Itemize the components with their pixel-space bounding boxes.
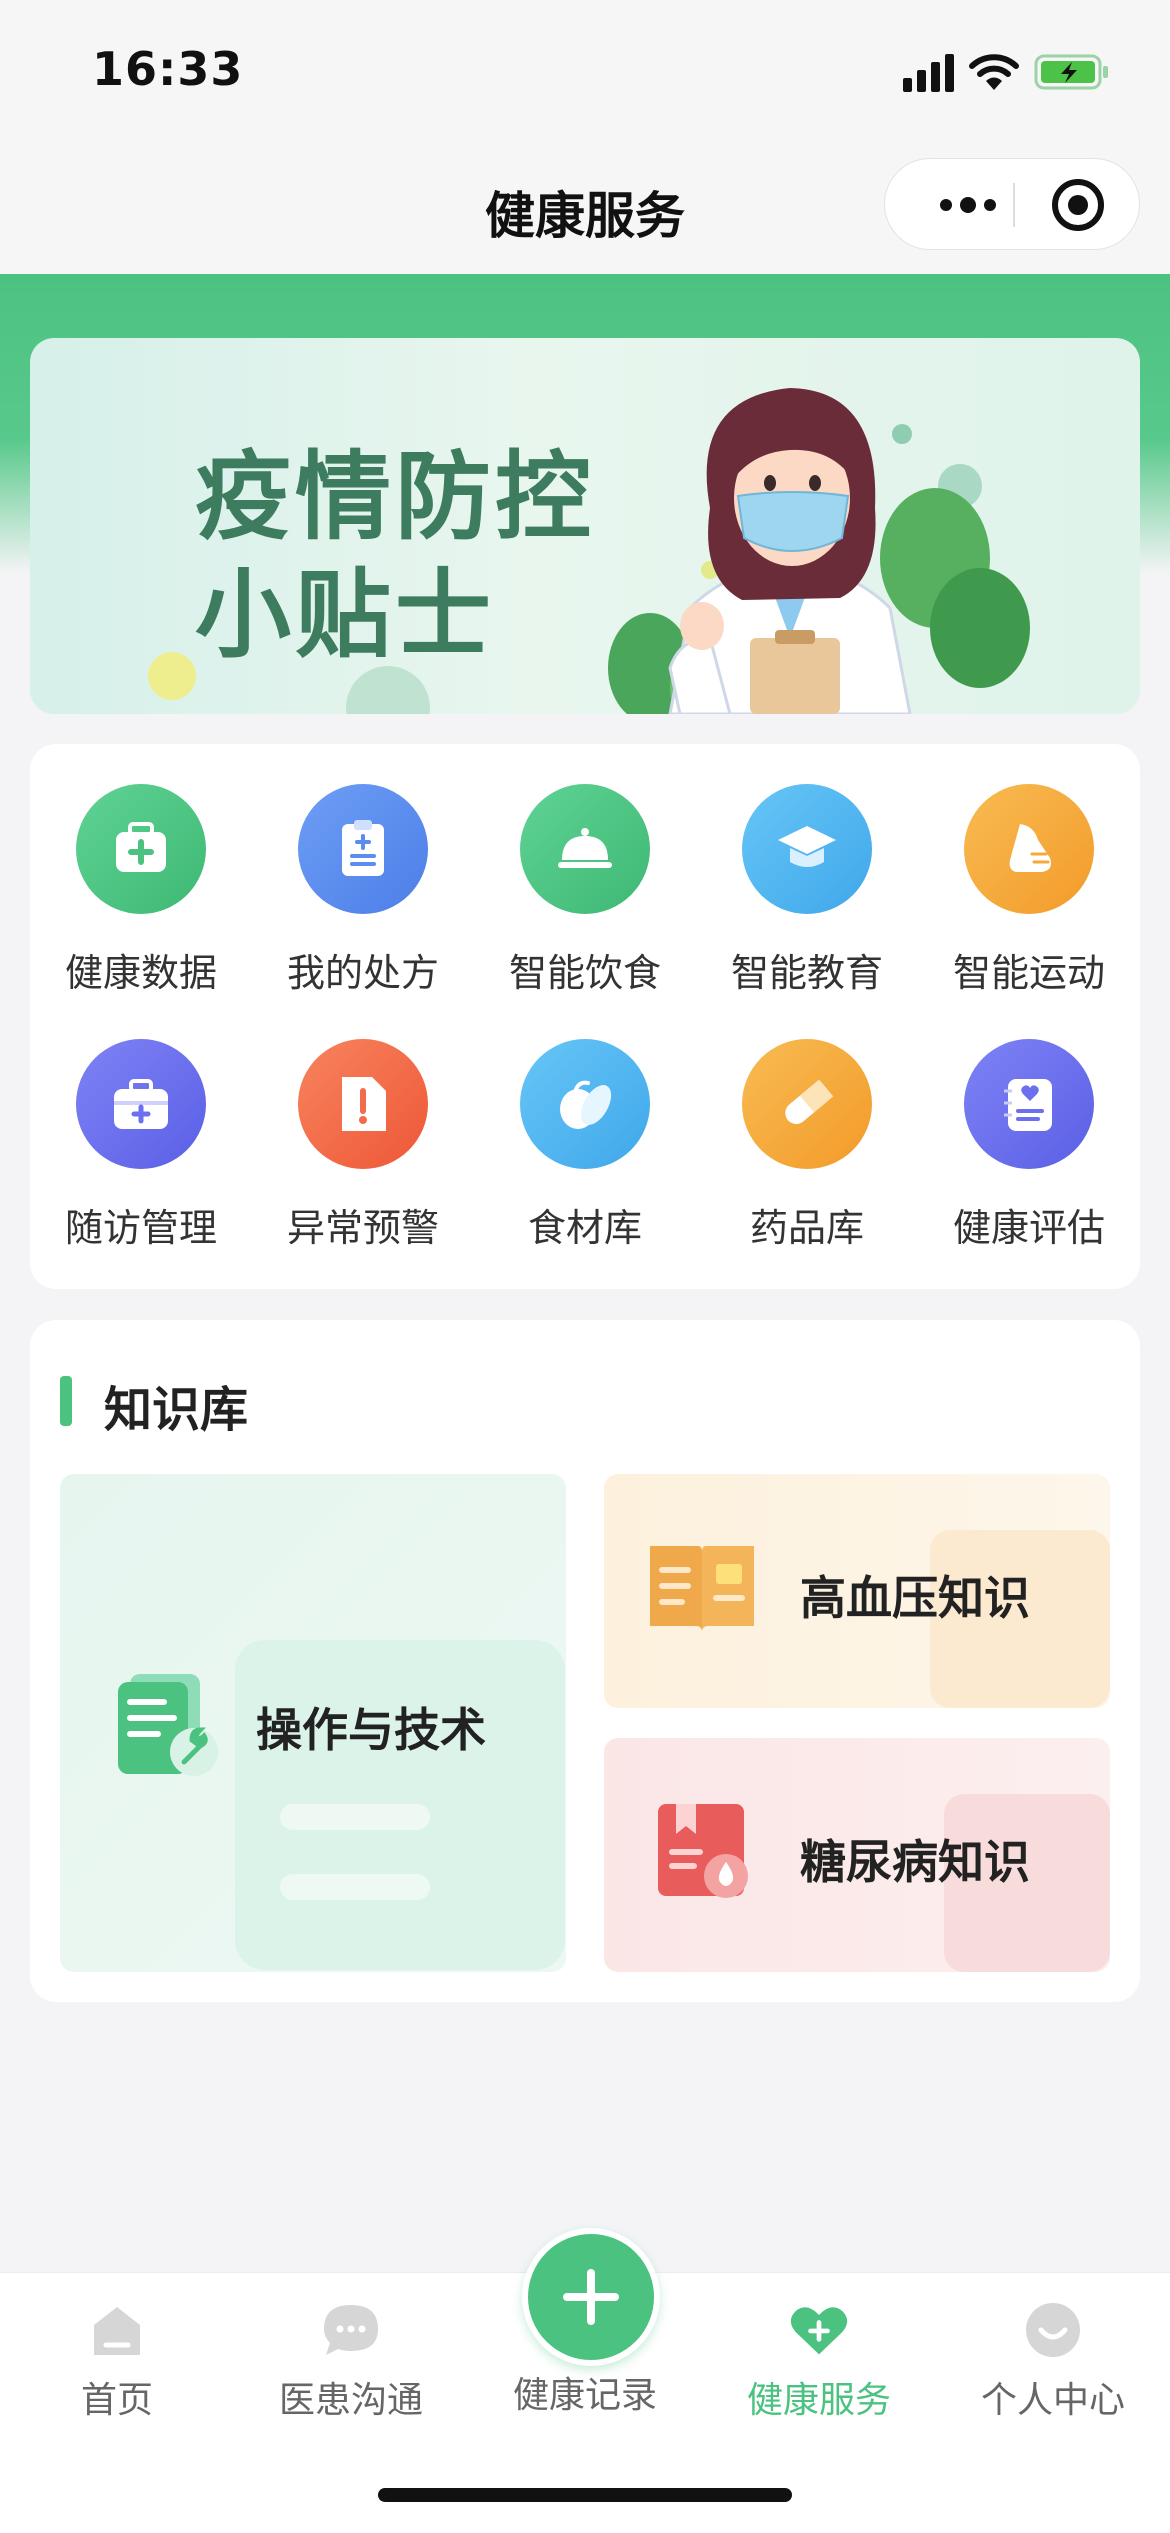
health-report-icon <box>964 1039 1094 1169</box>
tile-label: 操作与技术 <box>256 1703 486 1757</box>
service-label: 智能运动 <box>952 951 1105 995</box>
home-icon <box>86 2299 148 2361</box>
document-wrench-icon <box>118 1674 218 1776</box>
tab-label: 个人中心 <box>980 2380 1125 2421</box>
plus-icon <box>563 2269 619 2325</box>
service-label: 智能饮食 <box>508 951 661 995</box>
service-label: 异常预警 <box>286 1206 439 1250</box>
promo-banner[interactable]: 疫情防控 小贴士 <box>30 338 1140 714</box>
knowledge-title: 知识库 <box>104 1382 249 1438</box>
close-mini-program-button[interactable] <box>1015 159 1141 251</box>
service-health-assessment[interactable]: 健康评估 <box>918 1039 1140 1294</box>
service-label: 健康数据 <box>64 951 217 995</box>
section-accent-bar <box>60 1376 72 1426</box>
tile-diabetes[interactable]: 糖尿病知识 <box>604 1738 1110 1972</box>
service-health-data[interactable]: 健康数据 <box>30 784 252 1039</box>
service-label: 食材库 <box>527 1206 642 1250</box>
nav-bar: 健康服务 <box>0 140 1170 274</box>
status-bar: 16:33 <box>0 0 1170 140</box>
service-ingredients[interactable]: 食材库 <box>474 1039 696 1294</box>
service-smart-education[interactable]: 智能教育 <box>696 784 918 1039</box>
chat-bubble-icon <box>320 2299 382 2361</box>
tab-label: 首页 <box>80 2380 153 2421</box>
service-label: 智能教育 <box>730 951 883 995</box>
heart-plus-icon <box>788 2299 850 2361</box>
services-grid: 健康数据 我的处方 智能饮食 智能教育 智能运动 随访管理 异常预警 食材库 药… <box>30 784 1140 1294</box>
tile-operation-technique[interactable]: 操作与技术 <box>60 1474 566 1972</box>
service-smart-diet[interactable]: 智能饮食 <box>474 784 696 1039</box>
mini-program-capsule <box>884 158 1140 250</box>
red-book-drop-icon <box>658 1804 748 1898</box>
service-followup[interactable]: 随访管理 <box>30 1039 252 1294</box>
home-indicator <box>378 2488 792 2502</box>
add-health-record-button[interactable] <box>522 2228 660 2366</box>
prescription-clipboard-icon <box>298 784 428 914</box>
service-smart-exercise[interactable]: 智能运动 <box>918 784 1140 1039</box>
tab-personal-center[interactable]: 个人中心 <box>936 2273 1170 2433</box>
profile-icon <box>1022 2299 1084 2361</box>
tile-decoration <box>280 1874 430 1900</box>
tab-label: 医患沟通 <box>278 2380 423 2421</box>
tile-hypertension[interactable]: 高血压知识 <box>604 1474 1110 1708</box>
tab-doctor-patient-chat[interactable]: 医患沟通 <box>234 2273 468 2433</box>
tab-health-record-label: 健康记录 <box>512 2375 657 2416</box>
vegetables-icon <box>520 1039 650 1169</box>
signal-icon <box>903 52 954 92</box>
service-label: 我的处方 <box>286 951 439 995</box>
knowledge-card: 知识库 操作与技术 高血压知识 糖尿病知识 <box>30 1320 1140 2002</box>
service-label: 健康评估 <box>952 1206 1105 1250</box>
service-medicine[interactable]: 药品库 <box>696 1039 918 1294</box>
more-dots-icon <box>940 197 996 213</box>
battery-icon <box>1034 52 1110 92</box>
pill-icon <box>742 1039 872 1169</box>
tab-home[interactable]: 首页 <box>0 2273 234 2433</box>
status-time: 16:33 <box>92 42 244 96</box>
tile-label: 糖尿病知识 <box>800 1835 1030 1889</box>
service-prescription[interactable]: 我的处方 <box>252 784 474 1039</box>
service-label: 随访管理 <box>64 1206 217 1250</box>
tab-health-services[interactable]: 健康服务 <box>702 2273 936 2433</box>
briefcase-plus-icon <box>76 1039 206 1169</box>
service-label: 药品库 <box>749 1206 864 1250</box>
open-book-icon <box>650 1546 754 1632</box>
medical-kit-icon <box>76 784 206 914</box>
more-button[interactable] <box>923 159 1013 251</box>
services-card: 健康数据 我的处方 智能饮食 智能教育 智能运动 随访管理 异常预警 食材库 药… <box>30 744 1140 1289</box>
banner-title: 疫情防控 小贴士 <box>195 441 595 671</box>
target-icon <box>1052 179 1104 231</box>
alert-document-icon <box>298 1039 428 1169</box>
status-icons <box>903 48 1110 92</box>
graduation-cap-icon <box>742 784 872 914</box>
tile-label: 高血压知识 <box>800 1571 1030 1625</box>
wifi-icon <box>968 52 1020 92</box>
food-cloche-icon <box>520 784 650 914</box>
sneaker-icon <box>964 784 1094 914</box>
service-alert[interactable]: 异常预警 <box>252 1039 474 1294</box>
tab-label: 健康服务 <box>746 2380 891 2421</box>
tile-decoration <box>280 1804 430 1830</box>
